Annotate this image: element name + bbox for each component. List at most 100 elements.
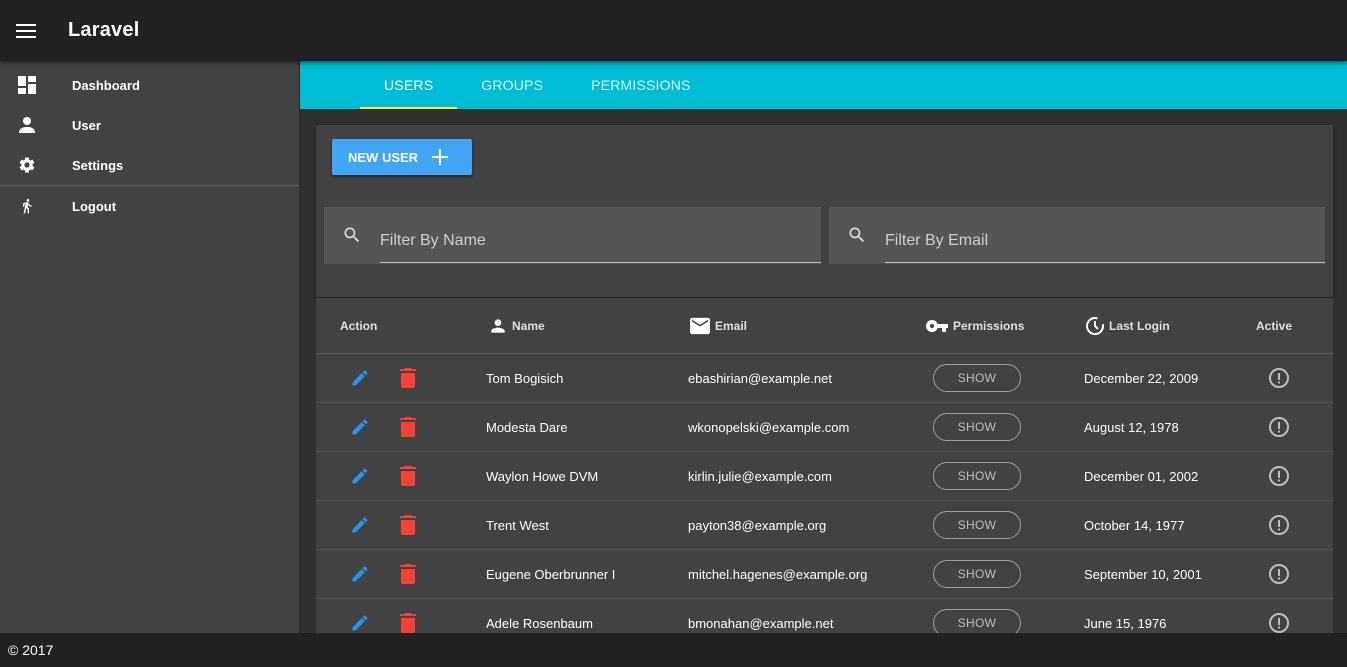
tab-groups[interactable]: GROUPS <box>457 61 567 109</box>
person-icon <box>17 115 37 135</box>
show-permissions-button[interactable]: SHOW <box>933 609 1021 633</box>
hamburger-menu-icon[interactable] <box>16 23 36 38</box>
delete-button[interactable] <box>400 599 416 633</box>
alert-circle-icon[interactable] <box>1268 465 1290 487</box>
app-bar: Laravel <box>0 0 1347 61</box>
walk-icon <box>17 196 37 216</box>
pencil-icon[interactable] <box>350 466 370 486</box>
sidebar: Dashboard User Settings Logout <box>0 61 300 633</box>
trash-icon[interactable] <box>400 368 416 388</box>
table-row: Adele Rosenbaum bmonahan@example.net SHO… <box>316 599 1333 633</box>
active-status[interactable] <box>1268 550 1290 598</box>
delete-button[interactable] <box>400 550 416 598</box>
show-permissions-button[interactable]: SHOW <box>933 364 1021 392</box>
name-filter-input[interactable] <box>380 219 821 263</box>
edit-button[interactable] <box>350 550 370 598</box>
new-user-button[interactable]: NEW USER <box>332 139 472 175</box>
tab-bar: USERS GROUPS PERMISSIONS <box>300 61 1347 109</box>
table-row: Tom Bogisich ebashirian@example.net SHOW… <box>316 354 1333 403</box>
menu-button[interactable] <box>0 0 52 61</box>
delete-button[interactable] <box>400 452 416 500</box>
user-email: wkonopelski@example.com <box>688 419 850 435</box>
user-email: bmonahan@example.net <box>688 615 834 631</box>
header-permissions[interactable]: Permissions <box>925 319 1024 333</box>
active-status[interactable] <box>1268 403 1290 451</box>
edit-button[interactable] <box>350 354 370 402</box>
table-row: Waylon Howe DVM kirlin.julie@example.com… <box>316 452 1333 501</box>
last-login: October 14, 1977 <box>1084 517 1185 533</box>
active-status[interactable] <box>1268 354 1290 402</box>
app-title: Laravel <box>68 19 140 41</box>
user-name: Modesta Dare <box>486 419 568 435</box>
show-permissions-button[interactable]: SHOW <box>933 560 1021 588</box>
permissions-cell: SHOW <box>933 599 1021 633</box>
edit-button[interactable] <box>350 599 370 633</box>
header-active[interactable]: Active <box>1256 319 1292 333</box>
alert-circle-icon[interactable] <box>1268 612 1290 633</box>
sidebar-item-logout[interactable]: Logout <box>0 186 299 226</box>
person-icon <box>488 316 508 336</box>
active-status[interactable] <box>1268 452 1290 500</box>
active-status[interactable] <box>1268 501 1290 549</box>
last-login: June 15, 1976 <box>1084 615 1167 631</box>
name-filter <box>324 207 821 264</box>
permissions-cell: SHOW <box>933 354 1021 402</box>
email-filter-input[interactable] <box>885 219 1325 263</box>
delete-button[interactable] <box>400 501 416 549</box>
tab-permissions[interactable]: PERMISSIONS <box>567 61 714 109</box>
pencil-icon[interactable] <box>350 417 370 437</box>
permissions-cell: SHOW <box>933 452 1021 500</box>
user-name: Trent West <box>486 517 549 533</box>
delete-button[interactable] <box>400 403 416 451</box>
pencil-icon[interactable] <box>350 368 370 388</box>
user-email: payton38@example.org <box>688 517 827 533</box>
plus-icon <box>432 149 449 165</box>
last-login: December 22, 2009 <box>1084 370 1199 386</box>
trash-icon[interactable] <box>400 613 416 633</box>
table-body: Tom Bogisich ebashirian@example.net SHOW… <box>316 354 1333 633</box>
header-name[interactable]: Name <box>488 316 545 336</box>
header-email[interactable]: Email <box>689 317 747 335</box>
pencil-icon[interactable] <box>350 515 370 535</box>
pencil-icon[interactable] <box>350 613 370 633</box>
active-status[interactable] <box>1268 599 1290 633</box>
table-row: Modesta Dare wkonopelski@example.com SHO… <box>316 403 1333 452</box>
edit-button[interactable] <box>350 452 370 500</box>
sidebar-item-dashboard[interactable]: Dashboard <box>0 65 299 105</box>
header-action[interactable]: Action <box>340 319 377 333</box>
sidebar-item-label: Dashboard <box>72 77 140 93</box>
copyright-text: © 2017 <box>8 642 54 658</box>
edit-button[interactable] <box>350 403 370 451</box>
header-label: Active <box>1256 318 1293 333</box>
alert-circle-icon[interactable] <box>1268 563 1290 585</box>
sidebar-item-label: Settings <box>72 157 124 173</box>
user-email: kirlin.julie@example.com <box>688 468 832 484</box>
show-permissions-button[interactable]: SHOW <box>933 511 1021 539</box>
trash-icon[interactable] <box>400 466 416 486</box>
delete-button[interactable] <box>400 354 416 402</box>
clock-icon <box>1085 316 1105 336</box>
last-login: September 10, 2001 <box>1084 566 1202 582</box>
edit-button[interactable] <box>350 501 370 549</box>
permissions-cell: SHOW <box>933 501 1021 549</box>
pencil-icon[interactable] <box>350 564 370 584</box>
trash-icon[interactable] <box>400 515 416 535</box>
trash-icon[interactable] <box>400 564 416 584</box>
header-last-login[interactable]: Last Login <box>1085 316 1170 336</box>
user-email: mitchel.hagenes@example.org <box>688 566 868 582</box>
dashboard-icon <box>17 75 37 95</box>
user-email: ebashirian@example.net <box>688 370 833 386</box>
search-icon <box>847 225 867 250</box>
permissions-cell: SHOW <box>933 403 1021 451</box>
alert-circle-icon[interactable] <box>1268 514 1290 536</box>
sidebar-item-user[interactable]: User <box>0 105 299 145</box>
alert-circle-icon[interactable] <box>1268 367 1290 389</box>
user-name: Adele Rosenbaum <box>486 615 593 631</box>
filter-card: NEW USER <box>316 125 1333 297</box>
sidebar-item-settings[interactable]: Settings <box>0 145 299 185</box>
show-permissions-button[interactable]: SHOW <box>933 462 1021 490</box>
tab-users[interactable]: USERS <box>360 61 458 109</box>
alert-circle-icon[interactable] <box>1268 416 1290 438</box>
show-permissions-button[interactable]: SHOW <box>933 413 1021 441</box>
trash-icon[interactable] <box>400 417 416 437</box>
